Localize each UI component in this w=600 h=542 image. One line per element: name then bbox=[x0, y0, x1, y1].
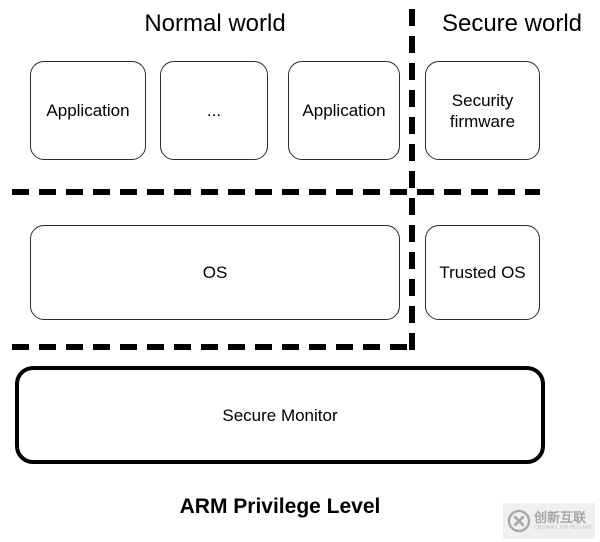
box-application-right: Application bbox=[288, 61, 400, 160]
box-security-firmware: Security firmware bbox=[425, 61, 540, 160]
column-header-normal-world: Normal world bbox=[144, 10, 286, 37]
box-application-ellipsis: ... bbox=[160, 61, 268, 160]
box-label: Application bbox=[46, 101, 130, 120]
watermark-pinyin-text: CHUANG XIN HU LIAN bbox=[534, 525, 592, 531]
box-label: OS bbox=[202, 263, 228, 282]
watermark: 创新互联 CHUANG XIN HU LIAN bbox=[503, 503, 595, 539]
column-header-secure-world: Secure world bbox=[441, 10, 583, 37]
box-secure-monitor: Secure Monitor bbox=[15, 366, 545, 464]
arm-privilege-level-diagram: Normal world Secure world Application ..… bbox=[0, 0, 600, 542]
box-label: Security firmware bbox=[449, 90, 516, 131]
box-label: ... bbox=[206, 101, 222, 120]
separator-dashed-horizontal-upper bbox=[12, 189, 540, 195]
separator-dashed-horizontal-lower bbox=[12, 344, 412, 350]
circled-x-logo-icon bbox=[507, 509, 531, 533]
box-label: Secure Monitor bbox=[222, 405, 338, 425]
watermark-text-group: 创新互联 CHUANG XIN HU LIAN bbox=[534, 511, 592, 531]
box-label: Trusted OS bbox=[439, 263, 526, 282]
separator-dashed-vertical-world-divider bbox=[409, 9, 415, 351]
watermark-chinese-text: 创新互联 bbox=[534, 510, 587, 525]
box-label: Application bbox=[302, 101, 386, 120]
diagram-caption: ARM Privilege Level bbox=[179, 495, 381, 518]
box-os: OS bbox=[30, 225, 400, 320]
box-application-left: Application bbox=[30, 61, 146, 160]
box-trusted-os: Trusted OS bbox=[425, 225, 540, 320]
